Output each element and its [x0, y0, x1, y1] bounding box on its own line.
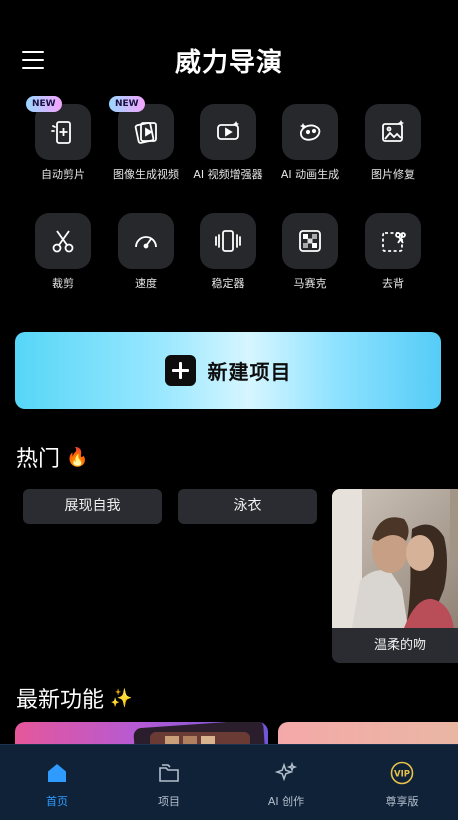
- tool-label: 图片修复: [371, 168, 415, 181]
- tab-label: AI 创作: [267, 795, 305, 808]
- sparkle-icon: [274, 761, 298, 782]
- latest-title-text: 最新功能: [16, 688, 105, 713]
- photo-repair-icon: [382, 120, 404, 142]
- tab-projects[interactable]: 项目: [112, 745, 226, 820]
- tab-home[interactable]: 首页: [0, 745, 114, 820]
- tab-ai-create[interactable]: AI 创作: [229, 745, 343, 820]
- remove-background-icon: [382, 232, 406, 252]
- vip-crown-icon: VIP: [390, 761, 414, 785]
- tab-label: 首页: [46, 795, 68, 808]
- ai-animation-icon: [300, 123, 321, 141]
- fire-icon: 🔥: [66, 446, 89, 468]
- tab-label: 尊享版: [385, 795, 419, 808]
- tool-video-enhancer[interactable]: AI 视频增强器: [186, 104, 270, 182]
- tool-label: AI 动画生成: [280, 168, 340, 181]
- tool-label: 马赛克: [293, 277, 327, 290]
- stabilizer-icon: [215, 230, 241, 252]
- tab-premium[interactable]: VIP 尊享版: [345, 745, 458, 820]
- tool-ai-animation[interactable]: AI 动画生成: [268, 104, 352, 182]
- svg-text:VIP: VIP: [394, 770, 410, 780]
- tool-label: 图像生成视频: [113, 168, 179, 181]
- tool-label: 速度: [135, 277, 157, 290]
- home-icon: [48, 764, 66, 782]
- tool-photo-repair[interactable]: 图片修复: [351, 104, 435, 182]
- tool-speed[interactable]: 速度: [104, 213, 188, 291]
- sparkles-icon: ✨: [110, 687, 133, 709]
- tool-remove-background[interactable]: 去背: [351, 213, 435, 291]
- app-title: 威力导演: [174, 48, 283, 78]
- hot-tag-swimwear[interactable]: 泳衣: [178, 489, 317, 524]
- top-bar: 威力导演: [0, 36, 458, 84]
- new-badge: NEW: [26, 96, 62, 112]
- hot-tag-express-yourself[interactable]: 展现自我: [23, 489, 162, 524]
- tool-auto-cut[interactable]: NEW 自动剪片: [21, 96, 105, 182]
- speedometer-icon: [135, 236, 157, 249]
- latest-section-title: 最新功能 ✨: [16, 682, 132, 714]
- tool-image-to-video[interactable]: NEW 图像生成视频: [104, 96, 188, 182]
- mosaic-icon: [299, 230, 321, 252]
- new-badge: NEW: [109, 96, 145, 112]
- scissors-icon: [52, 230, 74, 253]
- tool-label: 裁剪: [52, 277, 74, 290]
- template-caption: 温柔的吻: [332, 628, 458, 663]
- image-to-video-icon: [134, 122, 157, 144]
- hot-title-text: 热门: [16, 447, 61, 472]
- video-enhancer-icon: [217, 121, 239, 140]
- auto-cut-icon: [51, 121, 71, 144]
- tool-stabilizer[interactable]: 稳定器: [186, 213, 270, 291]
- folder-icon: [159, 764, 179, 782]
- new-project-label: 新建项目: [207, 360, 292, 384]
- hot-template-card[interactable]: 温柔的吻: [332, 489, 458, 663]
- tool-label: 稳定器: [211, 277, 245, 290]
- tool-mosaic[interactable]: 马赛克: [268, 213, 352, 291]
- hot-section-title: 热门 🔥: [16, 441, 88, 473]
- tab-label: 项目: [158, 795, 180, 808]
- new-project-button[interactable]: 新建项目: [15, 332, 441, 409]
- tool-label: AI 视频增强器: [193, 168, 263, 181]
- tool-crop[interactable]: 裁剪: [21, 213, 105, 291]
- plus-icon: [164, 355, 196, 386]
- bottom-tab-bar: 首页 项目 AI 创作 VIP 尊享版: [0, 744, 458, 820]
- template-thumbnail: [332, 489, 458, 628]
- tool-label: 自动剪片: [41, 168, 85, 181]
- tool-label: 去背: [382, 277, 404, 290]
